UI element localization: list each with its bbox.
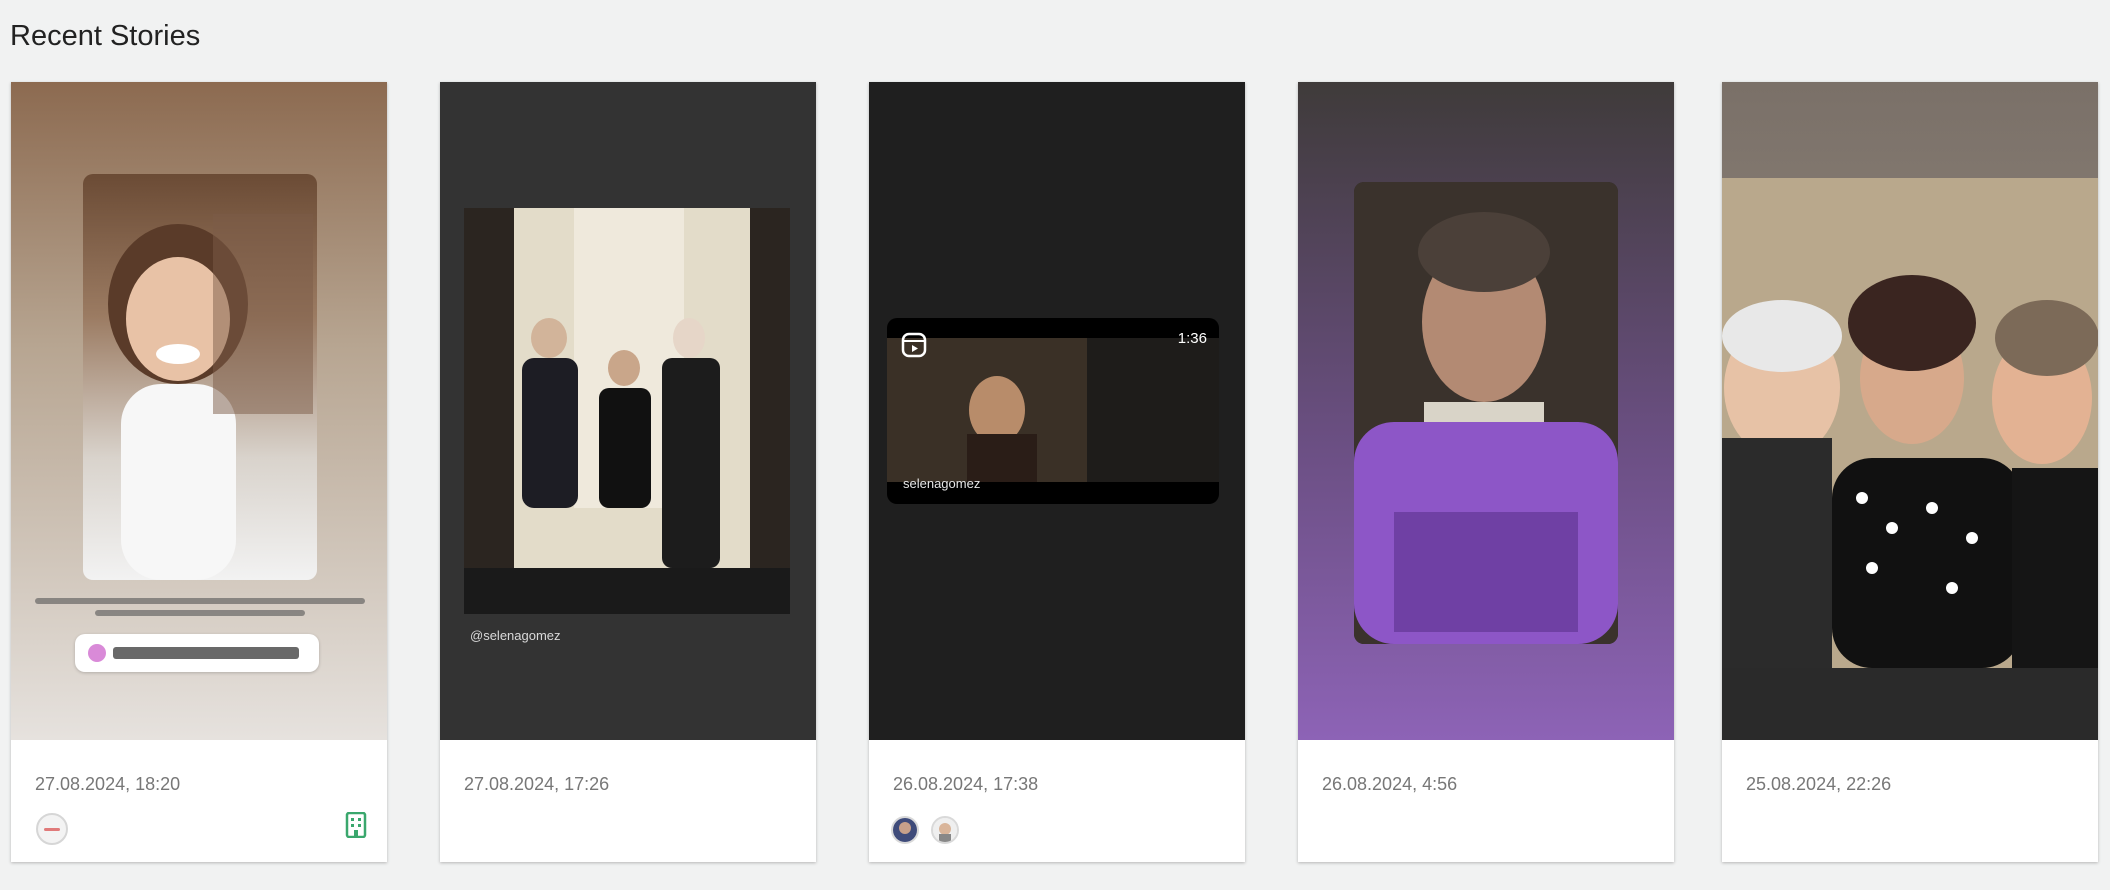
story-date: 25.08.2024, 22:26: [1746, 774, 1892, 794]
story-card[interactable]: 26.08.2024, 4:56: [1298, 82, 1674, 862]
story-sticker: [75, 634, 319, 672]
story-inner-frame: [83, 174, 317, 580]
building-icon[interactable]: [345, 811, 367, 843]
reel-frame-image: [887, 338, 1219, 482]
story-person-image: [108, 214, 313, 580]
story-caption-blur: [35, 598, 365, 616]
story-photo: [1722, 178, 2098, 740]
story-date: 26.08.2024, 4:56: [1322, 774, 1458, 794]
reel-handle: selenagomez: [903, 476, 981, 491]
story-footer: 27.08.2024, 17:26: [440, 746, 816, 862]
story-date: 27.08.2024, 17:26: [464, 774, 610, 794]
story-sticker-content: [88, 644, 299, 662]
story-card[interactable]: 27.08.2024, 18:20: [11, 82, 387, 862]
reel-preview[interactable]: 1:36 selenagomez: [887, 318, 1219, 504]
story-thumbnail[interactable]: 1:36 selenagomez: [869, 82, 1245, 740]
story-photo: [464, 208, 790, 614]
avatar[interactable]: [931, 816, 959, 844]
story-date: 26.08.2024, 17:38: [893, 774, 1039, 794]
story-inner-frame: [1354, 182, 1618, 644]
reel-icon: [901, 332, 927, 363]
story-overlay-handle: @selenagomez: [470, 628, 561, 643]
reel-duration: 1:36: [1177, 330, 1207, 347]
story-footer: 26.08.2024, 17:38: [869, 746, 1245, 862]
story-card[interactable]: 25.08.2024, 22:26: [1722, 82, 2098, 862]
avatar[interactable]: [891, 816, 919, 844]
story-thumbnail[interactable]: [11, 82, 387, 740]
story-date: 27.08.2024, 18:20: [35, 774, 181, 794]
story-thumbnail[interactable]: [1722, 82, 2098, 740]
story-card[interactable]: 1:36 selenagomez 26.08.2024, 17:38: [869, 82, 1245, 862]
story-person-image: [1354, 182, 1618, 644]
story-footer: 26.08.2024, 4:56: [1298, 746, 1674, 862]
story-footer: 27.08.2024, 18:20: [11, 746, 387, 862]
story-thumbnail[interactable]: @selenagomez: [440, 82, 816, 740]
story-footer: 25.08.2024, 22:26: [1722, 746, 2098, 862]
minus-circle-icon[interactable]: [35, 812, 69, 851]
section-title: Recent Stories: [10, 20, 201, 52]
story-card[interactable]: @selenagomez 27.08.2024, 17:26: [440, 82, 816, 862]
story-thumbnail[interactable]: [1298, 82, 1674, 740]
